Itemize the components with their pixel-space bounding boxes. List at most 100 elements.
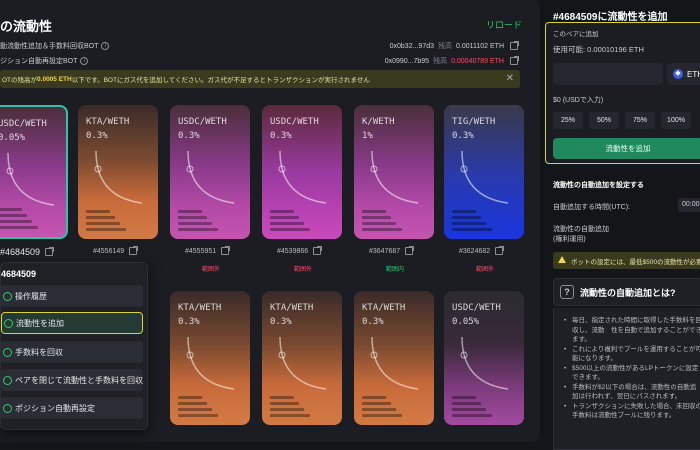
help-title: 流動性の自動追加とは? [580,287,676,298]
pair-name: USDC/WETH [270,117,319,127]
range-curve-graphic [278,150,327,204]
page-title: の流動性 [0,19,53,34]
help-item: 手数料が$2以下の場合は、流動性の自動追加は行われず、翌日にパスされます。 [564,383,700,402]
token-id-text: #4539866 [277,247,309,255]
nft-position-card[interactable]: USDC/WETH 0.3% [262,105,342,239]
auto-time-input[interactable]: 00:00 [678,198,700,212]
clock-icon [3,291,12,301]
token-id: #4555951 [185,246,231,255]
external-link-icon[interactable] [129,246,139,255]
percent-50-button[interactable]: 50% [589,112,619,129]
add-liquidity-button[interactable]: 流動性を追加 [553,138,700,159]
help-accordion-header[interactable]: ? 流動性の自動追加とは? [553,278,700,306]
menu-item-label: 流動性を追加 [16,318,64,328]
token-selector[interactable]: ◆ ETH [667,63,700,85]
position-action-menu: 4684509 操作履歴 流動性を追加 手数料を回収 ペアを閉じて流動性と手数料… [0,262,148,430]
add-liquidity-title: #4684509に流動性を追加 [553,12,668,23]
external-link-icon[interactable] [45,247,55,256]
min-liquidity-warning: ボットの設定には、最低$500の流動性が必要 [553,252,700,269]
question-icon: ? [560,285,574,299]
range-curve [461,150,509,204]
bot-address: 0x0b32...97d3 [389,42,434,50]
menu-item-close-pair[interactable]: ペアを閉じて流動性と手数料を回収 [1,369,143,391]
plus-circle-icon [4,318,13,328]
warning-text: ボットの設定には、最低$500の流動性が必要 [571,258,700,266]
token-id: #3624682 [459,246,505,255]
menu-item-add-liquidity[interactable]: 流動性を追加 [1,312,143,334]
token-id: #3647687 [369,246,415,255]
nft-position-card[interactable]: TIG/WETH 0.3% [444,105,524,239]
warning-icon [558,256,566,263]
menu-item-auto-reposition[interactable]: ポジション自動再設定 [1,397,143,419]
fee-tier: 0.3% [270,317,292,327]
card-detail-lines [452,207,492,231]
pair-name: TIG/WETH [452,117,496,127]
range-curve [371,150,419,204]
auto-amount-label: 流動性の自動追加 [553,226,609,233]
fee-tier: 0.3% [362,317,384,327]
pair-name: USDC/WETH [0,119,47,129]
nft-position-card[interactable]: KTA/WETH 0.3% [262,291,342,425]
info-icon[interactable]: i [80,57,89,65]
nft-position-card[interactable]: KTA/WETH 0.3% [354,291,434,425]
help-item: $500以上の流動性があるLPトークンに設定できます。 [564,364,700,383]
range-curve [279,336,327,390]
balance-label: 残高 [438,43,452,50]
menu-item-history[interactable]: 操作履歴 [1,285,143,307]
card-detail-lines [86,207,126,231]
bot-row-2: ジション自動再設定BOT i [0,55,89,67]
refresh-icon [3,403,12,413]
nft-position-card[interactable]: USDC/WETH 0.05% [444,291,524,425]
external-link-icon[interactable] [510,41,519,50]
range-status-badge: 範囲内 [386,267,405,273]
range-status-badge: 範囲外 [202,267,221,273]
amount-input[interactable] [553,63,663,85]
bot-row-1-details: 0x0b32...97d3 残高 0.0011102 ETH [389,41,519,51]
percent-25-button[interactable]: 25% [553,112,583,129]
nft-position-card[interactable]: K/WETH 1% [354,105,434,239]
range-status-badge: 範囲外 [476,267,495,273]
percent-100-button[interactable]: 100% [661,112,691,129]
pair-name: USDC/WETH [178,117,227,127]
range-curve-graphic [278,336,327,390]
range-curve-graphic [186,150,235,204]
help-body: 毎日、指定された時間に取得した手数料を回収し、流動 性を自動で追加することができ… [553,308,700,450]
liquidity-panel: の流動性 リロード 動流動性追加＆手数料回収BOT i 0x0b32...97d… [0,0,540,442]
close-icon[interactable]: ✕ [506,73,514,84]
range-curve [461,336,509,390]
external-link-icon[interactable] [405,246,415,255]
fee-tier: 0.3% [178,131,200,141]
menu-header: 4684509 [1,269,37,279]
reload-link[interactable]: リロード [486,18,522,31]
fee-tier: 0.05% [452,317,480,327]
pair-label: このペアに追加 [553,31,599,38]
range-curve [7,152,55,206]
card-detail-lines [362,207,402,231]
nft-position-card[interactable]: USDC/WETH 0.3% [170,105,250,239]
card-detail-lines [178,393,218,417]
help-item: これにより複利でプールを運用することが可能になります。 [564,345,700,364]
external-link-icon[interactable] [510,56,519,65]
external-link-icon[interactable] [495,246,505,255]
coin-icon [3,347,12,357]
info-icon[interactable]: i [101,42,110,50]
bot-balance: 0.0011102 ETH [456,42,504,50]
range-curve-graphic [94,150,143,204]
token-id: #4539866 [277,246,323,255]
menu-item-collect-fees[interactable]: 手数料を回収 [1,341,143,363]
external-link-icon[interactable] [221,246,231,255]
usd-input-label: $0 (USDで入力) [553,97,604,104]
eth-icon: ◆ [673,69,683,79]
nft-position-card[interactable]: KTA/WETH 0.3% [78,105,158,239]
help-item: 毎日、指定された時間に取得した手数料を回収し、流動 性を自動で追加することができ… [564,316,700,345]
bot-label: 動流動性追加＆手数料回収BOT [0,43,99,50]
bot-row-2-details: 0x0990...7b95 残高 0.00040789 ETH [385,56,519,66]
nft-position-card[interactable]: KTA/WETH 0.3% [170,291,250,425]
pair-name: USDC/WETH [452,303,501,313]
percent-75-button[interactable]: 75% [625,112,655,129]
external-link-icon[interactable] [313,246,323,255]
auto-amount-sub: (権利運用) [553,236,586,243]
warning-amount: 0.0005 ETH [37,75,72,83]
nft-position-card[interactable]: USDC/WETH 0.05% [0,105,68,239]
range-curve-graphic [460,150,509,204]
